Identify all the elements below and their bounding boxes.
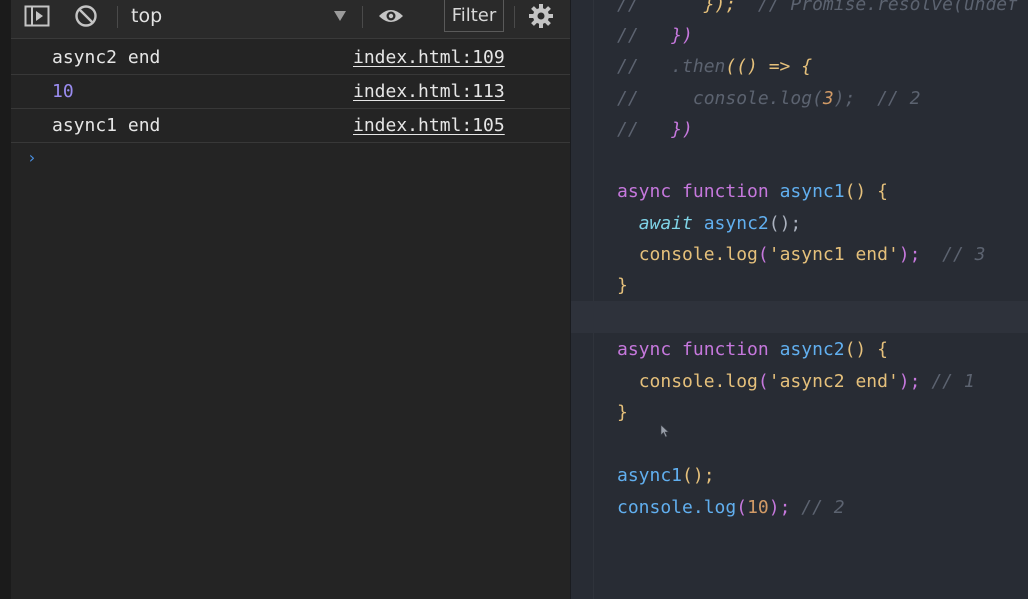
sidebar-toggle-icon[interactable] <box>24 0 50 32</box>
code-line: // console.log(3); // 2 <box>617 88 921 109</box>
toolbar-separator <box>362 6 363 28</box>
console-message-row: 10 index.html:113 <box>11 75 570 109</box>
code-line: // }) <box>617 25 693 46</box>
console-toolbar: top Filter <box>11 0 570 39</box>
source-link[interactable]: index.html:113 <box>353 81 505 102</box>
dropdown-arrow-icon <box>334 11 346 21</box>
code-line: await async2(); <box>638 213 802 234</box>
code-line: console.log('async1 end'); // 3 <box>638 244 986 265</box>
code-line: async1(); <box>617 465 715 486</box>
code-editor[interactable]: // }); // Promise.resolve(undef // }) //… <box>570 0 1028 599</box>
console-message-row: async2 end index.html:109 <box>11 41 570 75</box>
code-line: async function async2() { <box>617 339 888 360</box>
code-line: console.log('async2 end'); // 1 <box>638 371 975 392</box>
source-link[interactable]: index.html:109 <box>353 47 505 68</box>
filter-label: Filter <box>451 5 497 26</box>
settings-gear-icon[interactable] <box>528 0 554 32</box>
panel-edge <box>0 0 11 599</box>
live-expression-eye-icon[interactable] <box>377 0 405 32</box>
console-prompt[interactable]: › <box>27 148 37 167</box>
console-message-row: async1 end index.html:105 <box>11 109 570 143</box>
current-line-highlight <box>571 301 1028 333</box>
code-line: // }); // Promise.resolve(undef <box>617 0 1018 15</box>
console-panel: top Filter async2 end index.html:109 10 … <box>0 0 570 599</box>
console-message: async2 end <box>52 47 161 68</box>
context-selector[interactable]: top <box>131 0 351 32</box>
source-link[interactable]: index.html:105 <box>353 115 505 136</box>
code-line: // }) <box>617 119 693 140</box>
indent-guide <box>593 0 594 599</box>
console-message: 10 <box>52 81 74 102</box>
clear-console-icon[interactable] <box>74 0 98 32</box>
context-label: top <box>131 5 163 27</box>
code-line: console.log(10); // 2 <box>617 497 845 518</box>
toolbar-separator <box>514 6 515 28</box>
toolbar-separator <box>117 6 118 28</box>
mouse-pointer-icon <box>660 424 670 438</box>
code-line: } <box>617 402 628 423</box>
filter-input[interactable]: Filter <box>444 0 504 32</box>
code-line: async function async1() { <box>617 181 888 202</box>
code-line: } <box>617 275 628 296</box>
code-line: // .then(() => { <box>617 56 813 77</box>
console-message: async1 end <box>52 115 161 136</box>
